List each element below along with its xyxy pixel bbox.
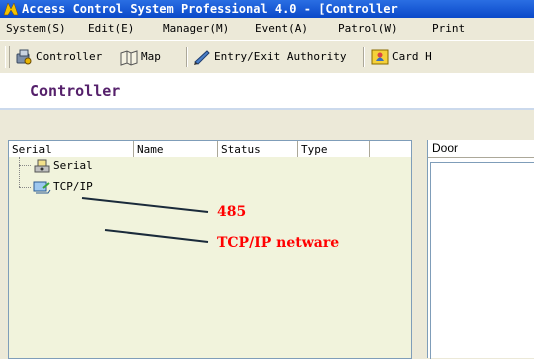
annotation-485: 485	[217, 204, 247, 220]
annotation-line-tcpip	[104, 229, 209, 243]
door-list[interactable]	[430, 162, 534, 359]
door-panel: Door	[427, 140, 534, 359]
annotation-line-serial	[81, 197, 209, 213]
panel-splitter[interactable]	[413, 140, 427, 358]
annotation-tcpip-netware: TCP/IP netware	[217, 235, 340, 251]
door-panel-header: Door	[428, 140, 534, 158]
